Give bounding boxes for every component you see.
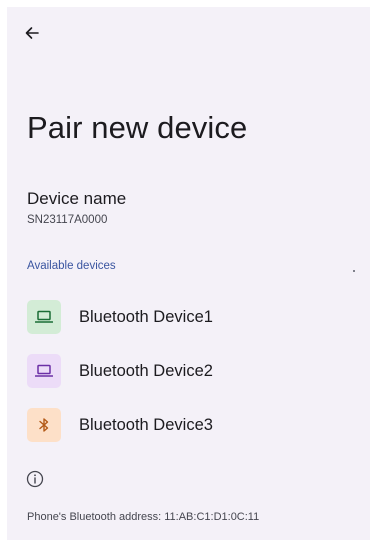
page-title: Pair new device: [27, 110, 248, 145]
available-devices-header: Available devices: [27, 260, 116, 272]
device-name-value: SN23117A0000: [27, 214, 108, 226]
device-item-bluetooth-device1[interactable]: Bluetooth Device1: [7, 291, 370, 343]
bluetooth-icon: [27, 408, 61, 442]
laptop-icon: [27, 354, 61, 388]
arrow-left-icon: [25, 27, 39, 39]
pair-new-device-screen: Pair new device Device name SN23117A0000…: [7, 7, 370, 540]
device-label: Bluetooth Device1: [79, 307, 213, 326]
laptop-icon: [27, 300, 61, 334]
info-icon: [26, 470, 44, 488]
device-name-title: Device name: [27, 189, 127, 208]
device-item-bluetooth-device3[interactable]: Bluetooth Device3: [7, 399, 370, 451]
device-label: Bluetooth Device2: [79, 361, 213, 380]
scanning-indicator: [353, 270, 355, 272]
device-name-setting[interactable]: Device name SN23117A0000: [27, 188, 357, 228]
back-button[interactable]: [21, 22, 43, 44]
device-item-bluetooth-device2[interactable]: Bluetooth Device2: [7, 345, 370, 397]
device-label: Bluetooth Device3: [79, 415, 213, 434]
bluetooth-address-text: Phone's Bluetooth address: 11:AB:C1:D1:0…: [27, 511, 260, 523]
